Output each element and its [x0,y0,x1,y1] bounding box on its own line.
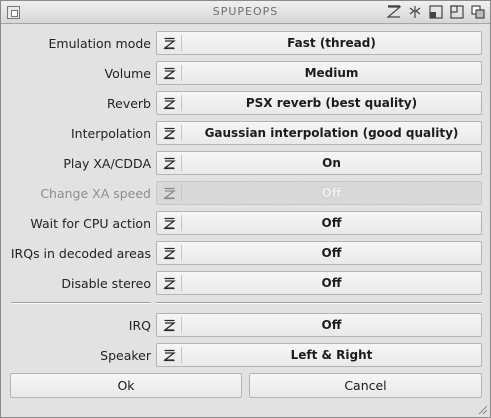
reverb-cycle-button[interactable]: PSX reverb (best quality) [156,91,482,115]
cycle-icon [163,67,176,80]
setting-value: Fast (thread) [287,36,376,50]
irqs-in-decoded-areas-cycle-button[interactable]: Off [156,241,482,265]
irq-cycle-button[interactable]: Off [156,313,482,337]
setting-row-irq: IRQ Off [1,313,491,339]
setting-value: Off [321,246,342,260]
cycle-icon [163,319,176,332]
setting-value: Medium [304,66,359,80]
setting-value: Off [321,216,342,230]
setting-row-volume: Volume Medium [1,61,491,87]
wait-for-cpu-action-cycle-button[interactable]: Off [156,211,482,235]
setting-label: Volume [104,66,152,81]
setting-row-disable-stereo: Disable stereo Off [1,271,491,297]
setting-row-irqs-in-decoded-areas: IRQs in decoded areas Off [1,241,491,267]
change-xa-speed-cycle-button: Off [156,181,482,205]
cycle-icon [163,217,176,230]
title-bar[interactable]: SPUPEOPS [1,1,490,24]
separator-line [156,302,482,304]
setting-row-play-xa-cdda: Play XA/CDDA On [1,151,491,177]
setting-value: Off [321,276,342,290]
setting-value: PSX reverb (best quality) [245,96,418,110]
disable-stereo-cycle-button[interactable]: Off [156,271,482,295]
resize-icon[interactable] [476,403,488,415]
iconify-icon[interactable] [407,4,423,20]
cycle-icon [163,247,176,260]
zoom-icon[interactable] [449,4,465,20]
setting-label: IRQ [128,318,151,333]
speaker-cycle-button[interactable]: Left & Right [156,343,482,367]
setting-label: Interpolation [71,126,151,141]
setting-row-speaker: Speaker Left & Right [1,343,491,369]
setting-value: Off [321,186,342,200]
setting-value: Gaussian interpolation (good quality) [204,126,459,140]
separator-line [11,302,151,304]
volume-cycle-button[interactable]: Medium [156,61,482,85]
setting-label: Emulation mode [48,36,152,51]
cycle-icon [163,127,176,140]
setting-value: Left & Right [290,348,373,362]
cycle-icon [163,349,176,362]
snapshot-icon[interactable] [386,4,402,20]
setting-label: Change XA speed [40,186,151,201]
cycle-icon [163,97,176,110]
setting-value: Off [321,318,342,332]
ok-button[interactable]: Ok [10,373,242,398]
setting-label: Speaker [100,348,151,363]
jump-icon[interactable] [428,4,444,20]
depth-icon[interactable] [470,4,486,20]
cycle-icon [163,157,176,170]
setting-row-reverb: Reverb PSX reverb (best quality) [1,91,491,117]
setting-label: Play XA/CDDA [63,156,151,171]
play-xa-cdda-cycle-button[interactable]: On [156,151,482,175]
cycle-icon [163,277,176,290]
cancel-button[interactable]: Cancel [249,373,482,398]
emulation-mode-cycle-button[interactable]: Fast (thread) [156,31,482,55]
setting-row-change-xa-speed: Change XA speed Off [1,181,491,207]
setting-label: Wait for CPU action [30,216,151,231]
settings-window: SPUPEOPS Emulation mode Fast (thread) Volu… [0,0,491,418]
titlebar-gadgets [386,4,486,20]
setting-row-interpolation: Interpolation Gaussian interpolation (goo… [1,121,491,147]
setting-label: Reverb [107,96,151,111]
cycle-icon [163,187,176,200]
setting-row-wait-for-cpu-action: Wait for CPU action Off [1,211,491,237]
cycle-icon [163,37,176,50]
interpolation-cycle-button[interactable]: Gaussian interpolation (good quality) [156,121,482,145]
setting-value: On [322,156,341,170]
setting-label: IRQs in decoded areas [10,246,151,261]
setting-label: Disable stereo [61,276,151,291]
setting-row-emulation-mode: Emulation mode Fast (thread) [1,31,491,57]
